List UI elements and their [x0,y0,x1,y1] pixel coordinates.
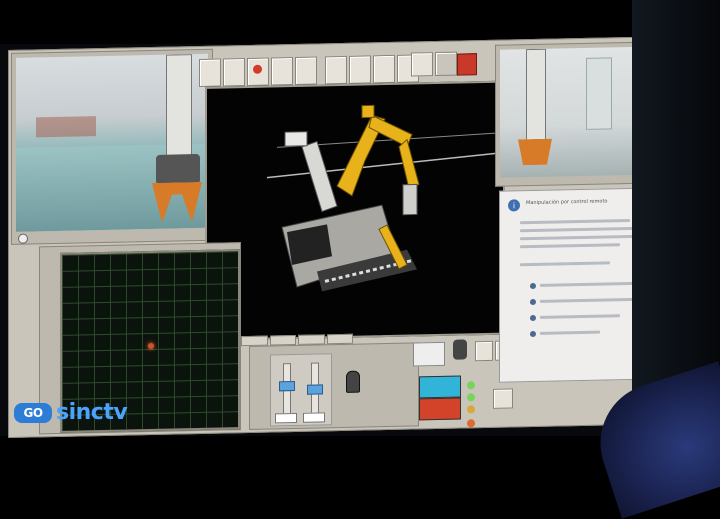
info-icon: i [508,199,520,212]
robot-wrist [156,153,200,185]
text-line-5 [520,261,610,267]
logo-badge-icon [457,53,477,76]
left-camera-feed[interactable] [16,53,208,232]
text-line-4 [520,243,620,249]
bullet-icon-1 [530,282,536,290]
slider-2-value-box[interactable] [303,412,325,423]
right-camera-panel [495,41,647,187]
slider-1-value-box[interactable] [275,412,297,424]
toolbar-button-6[interactable] [325,55,347,85]
toolbar-button-1[interactable] [199,58,221,87]
slider-group [270,353,332,427]
tab-2[interactable] [269,334,296,346]
toolbar-button-3[interactable] [247,57,269,86]
orange-gripper-right [518,139,552,166]
text-line-3 [520,234,648,241]
bullet-line-4 [540,330,600,335]
robot-arm [166,54,192,167]
background-chairs [36,116,96,138]
small-button-1[interactable] [475,340,493,362]
joint-control-panel [249,342,419,430]
bullet-line-3 [540,314,620,319]
record-icon [253,64,262,74]
cyan-action-button[interactable] [419,375,461,399]
bullet-icon-2 [530,298,536,306]
tab-3[interactable] [298,334,325,345]
toolbar-button-2[interactable] [223,58,245,87]
bullet-icon-4 [530,330,536,338]
slider-2-thumb[interactable] [307,384,323,395]
toolbar-button-4[interactable] [271,57,293,86]
toolbar-button-11[interactable] [435,51,457,77]
toolbar-button-5[interactable] [295,56,317,85]
status-led-orange [467,419,475,428]
status-led-green-1 [467,381,475,390]
joystick-icon[interactable] [346,370,360,393]
robot-arm-right [526,48,546,148]
mode-list[interactable] [413,341,445,367]
toolbar-button-8[interactable] [373,54,395,84]
tab-4[interactable] [326,333,353,345]
logo-text: sinctv [56,400,128,425]
status-led-amber [467,405,475,414]
sinctv-logo: GO sinctv [14,400,128,425]
stop-button[interactable] [493,388,513,409]
robot-3d-view[interactable] [205,80,505,341]
status-led-green-2 [467,393,475,402]
right-camera-feed[interactable] [500,46,642,178]
slider-1-thumb[interactable] [279,380,295,392]
text-line-1 [520,218,630,225]
logo-icon: GO [14,402,52,423]
camera-settings-icon[interactable] [18,233,28,244]
action-controls [413,338,513,430]
red-action-button[interactable] [419,397,461,421]
joystick-small-icon [453,339,467,360]
bullet-icon-3 [530,314,536,322]
tab-1[interactable] [241,335,268,347]
toolbar-button-10[interactable] [411,52,433,77]
wall-door [586,57,612,130]
left-camera-panel [11,48,213,245]
robot-3d-model [266,104,504,292]
toolbar-button-7[interactable] [349,55,371,84]
bullet-line-2 [540,297,640,303]
position-marker [148,342,154,350]
control-application-window: i Manipulación por control remoto [8,36,677,438]
